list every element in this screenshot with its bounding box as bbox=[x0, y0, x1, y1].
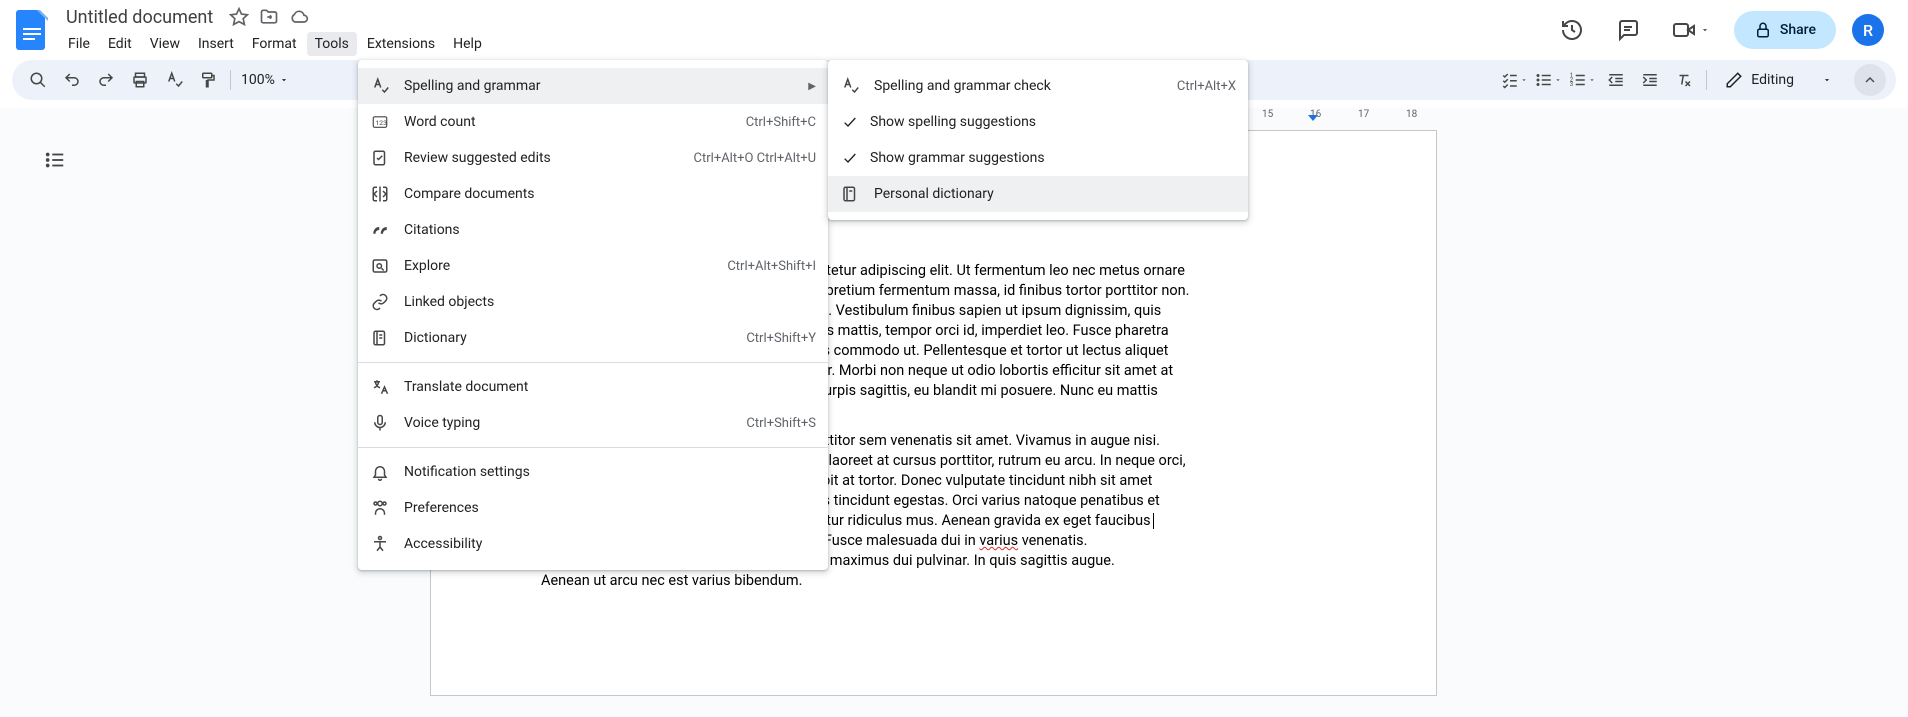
zoom-selector[interactable]: 100% bbox=[237, 72, 293, 88]
explore-icon bbox=[370, 256, 390, 276]
star-icon[interactable] bbox=[229, 7, 249, 27]
spellcheck-icon bbox=[370, 76, 390, 96]
submenu-show-spelling[interactable]: Show spelling suggestions bbox=[828, 104, 1248, 140]
spelling-submenu: Spelling and grammar check Ctrl+Alt+X Sh… bbox=[828, 60, 1248, 220]
check-icon bbox=[840, 114, 860, 130]
undo-icon[interactable] bbox=[56, 64, 88, 96]
spellcheck-icon[interactable] bbox=[158, 64, 190, 96]
collapse-toolbar-icon[interactable] bbox=[1854, 64, 1886, 96]
tools-dictionary[interactable]: Dictionary Ctrl+Shift+Y bbox=[358, 320, 828, 356]
increase-indent-icon[interactable] bbox=[1634, 64, 1666, 96]
spelling-error: varius bbox=[979, 532, 1018, 549]
history-icon[interactable] bbox=[1552, 10, 1592, 50]
tools-voice-typing[interactable]: Voice typing Ctrl+Shift+S bbox=[358, 405, 828, 441]
tools-accessibility[interactable]: Accessibility bbox=[358, 526, 828, 562]
tools-notifications[interactable]: Notification settings bbox=[358, 454, 828, 490]
docs-logo-icon[interactable] bbox=[12, 10, 52, 50]
outline-toggle-icon[interactable] bbox=[38, 143, 72, 177]
document-title[interactable]: Untitled document bbox=[60, 5, 219, 30]
tools-compare[interactable]: Compare documents bbox=[358, 176, 828, 212]
mic-icon bbox=[370, 413, 390, 433]
check-icon bbox=[840, 150, 860, 166]
book-icon bbox=[840, 184, 860, 204]
share-label: Share bbox=[1780, 22, 1816, 38]
decrease-indent-icon[interactable] bbox=[1600, 64, 1632, 96]
menu-format[interactable]: Format bbox=[244, 32, 305, 56]
menu-file[interactable]: File bbox=[60, 32, 98, 56]
review-icon bbox=[370, 148, 390, 168]
meet-icon[interactable] bbox=[1664, 10, 1718, 50]
compare-icon bbox=[370, 184, 390, 204]
chevron-right-icon: ▶ bbox=[808, 81, 816, 92]
titlebar: Untitled document File Edit View Insert … bbox=[0, 0, 1908, 60]
user-avatar[interactable]: R bbox=[1852, 14, 1884, 46]
spellcheck-icon bbox=[840, 76, 860, 96]
bell-icon bbox=[370, 462, 390, 482]
tools-translate[interactable]: Translate document bbox=[358, 369, 828, 405]
cloud-status-icon[interactable] bbox=[289, 7, 309, 27]
paint-format-icon[interactable] bbox=[192, 64, 224, 96]
checklist-icon[interactable] bbox=[1498, 64, 1530, 96]
tools-citations[interactable]: Citations bbox=[358, 212, 828, 248]
search-icon[interactable] bbox=[22, 64, 54, 96]
numbered-list-icon[interactable]: 123 bbox=[1566, 64, 1598, 96]
menu-help[interactable]: Help bbox=[445, 32, 490, 56]
vertical-ruler bbox=[2, 128, 18, 717]
preferences-icon bbox=[370, 498, 390, 518]
share-button[interactable]: Share bbox=[1734, 11, 1836, 49]
menu-edit[interactable]: Edit bbox=[100, 32, 140, 56]
accessibility-icon bbox=[370, 534, 390, 554]
submenu-personal-dictionary[interactable]: Personal dictionary bbox=[828, 176, 1248, 212]
svg-text:3: 3 bbox=[1570, 81, 1573, 88]
move-folder-icon[interactable] bbox=[259, 7, 279, 27]
mode-selector[interactable]: Editing bbox=[1713, 65, 1844, 95]
menu-view[interactable]: View bbox=[142, 32, 188, 56]
quote-icon bbox=[370, 220, 390, 240]
tools-review-edits[interactable]: Review suggested edits Ctrl+Alt+O Ctrl+A… bbox=[358, 140, 828, 176]
lock-icon bbox=[1754, 21, 1772, 39]
pencil-icon bbox=[1725, 71, 1743, 89]
tools-linked-objects[interactable]: Linked objects bbox=[358, 284, 828, 320]
tools-spelling-grammar[interactable]: Spelling and grammar ▶ bbox=[358, 68, 828, 104]
print-icon[interactable] bbox=[124, 64, 156, 96]
redo-icon[interactable] bbox=[90, 64, 122, 96]
dictionary-icon bbox=[370, 328, 390, 348]
submenu-spellcheck[interactable]: Spelling and grammar check Ctrl+Alt+X bbox=[828, 68, 1248, 104]
tools-word-count[interactable]: 123 Word count Ctrl+Shift+C bbox=[358, 104, 828, 140]
tools-preferences[interactable]: Preferences bbox=[358, 490, 828, 526]
comments-icon[interactable] bbox=[1608, 10, 1648, 50]
bulleted-list-icon[interactable] bbox=[1532, 64, 1564, 96]
submenu-show-grammar[interactable]: Show grammar suggestions bbox=[828, 140, 1248, 176]
text-cursor bbox=[1153, 513, 1154, 529]
clear-formatting-icon[interactable] bbox=[1668, 64, 1700, 96]
menu-insert[interactable]: Insert bbox=[190, 32, 242, 56]
translate-icon bbox=[370, 377, 390, 397]
tools-dropdown: Spelling and grammar ▶ 123 Word count Ct… bbox=[358, 60, 828, 570]
tools-explore[interactable]: Explore Ctrl+Alt+Shift+I bbox=[358, 248, 828, 284]
menu-extensions[interactable]: Extensions bbox=[359, 32, 443, 56]
menubar: File Edit View Insert Format Tools Exten… bbox=[60, 32, 490, 56]
word-count-icon: 123 bbox=[370, 112, 390, 132]
link-icon bbox=[370, 292, 390, 312]
svg-text:123: 123 bbox=[376, 119, 388, 127]
menu-tools[interactable]: Tools bbox=[307, 32, 357, 56]
